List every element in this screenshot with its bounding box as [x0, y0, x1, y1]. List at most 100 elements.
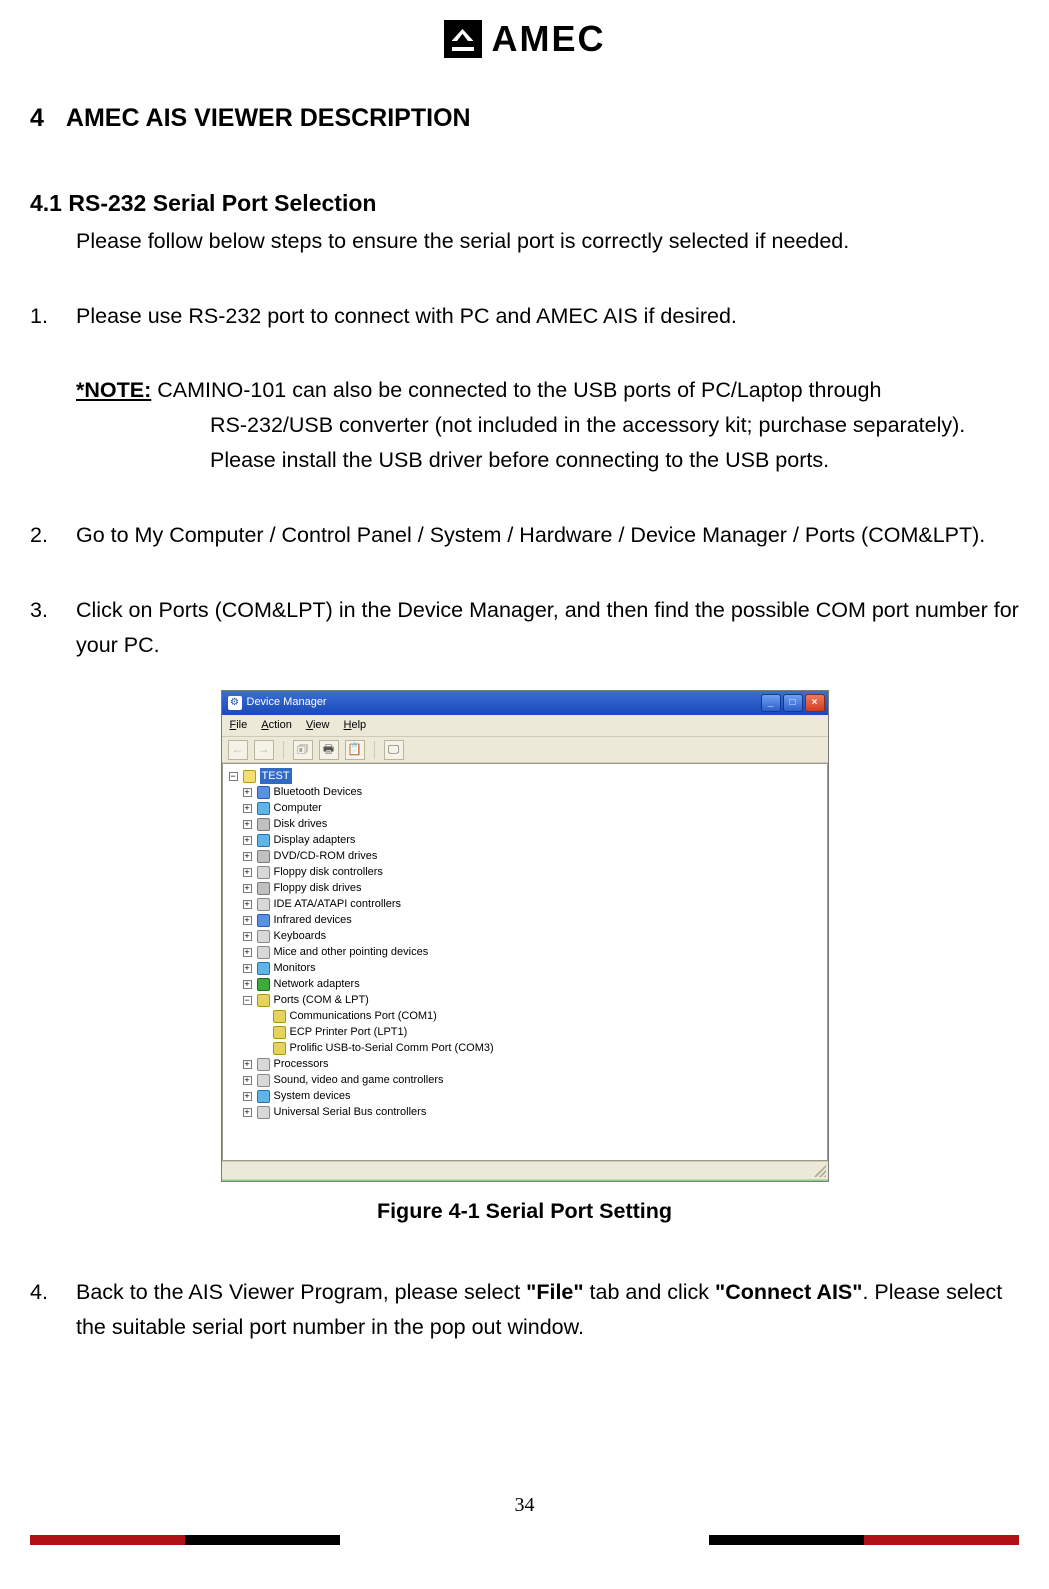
- tree-item-label[interactable]: Infrared devices: [274, 912, 352, 928]
- subsection-heading: 4.1 RS-232 Serial Port Selection: [30, 185, 1019, 222]
- menu-bar[interactable]: File Action View Help: [222, 715, 828, 737]
- tree-item-label[interactable]: IDE ATA/ATAPI controllers: [274, 896, 402, 912]
- expand-icon[interactable]: +: [243, 868, 252, 877]
- maximize-button[interactable]: □: [783, 694, 803, 712]
- tree-item-label[interactable]: Floppy disk drives: [274, 880, 362, 896]
- footer-bar: [864, 1535, 1019, 1545]
- note-label: *NOTE:: [76, 378, 151, 402]
- intro-text: Please follow below steps to ensure the …: [76, 224, 1019, 259]
- expand-icon[interactable]: +: [243, 804, 252, 813]
- tree-item-label[interactable]: Floppy disk controllers: [274, 864, 383, 880]
- device-tree[interactable]: − TEST + Bluetooth Devices + Computer + Disk dr…: [222, 763, 828, 1161]
- port-icon: [273, 1026, 286, 1039]
- tree-item[interactable]: + Floppy disk controllers: [243, 864, 821, 880]
- tree-item[interactable]: + Bluetooth Devices: [243, 784, 821, 800]
- tree-child-label[interactable]: ECP Printer Port (LPT1): [290, 1024, 408, 1040]
- window-titlebar[interactable]: ⚙ Device Manager _ □ ×: [222, 691, 828, 715]
- toolbar-separator: [283, 741, 284, 759]
- expand-icon[interactable]: −: [229, 772, 238, 781]
- tree-child-label[interactable]: Prolific USB-to-Serial Comm Port (COM3): [290, 1040, 494, 1056]
- close-button[interactable]: ×: [805, 694, 825, 712]
- tree-child[interactable]: ECP Printer Port (LPT1): [273, 1024, 821, 1040]
- expand-icon[interactable]: +: [243, 884, 252, 893]
- tree-item[interactable]: + Computer: [243, 800, 821, 816]
- expand-icon[interactable]: +: [243, 964, 252, 973]
- tree-item-label[interactable]: Computer: [274, 800, 322, 816]
- step-1: 1. Please use RS-232 port to connect wit…: [30, 299, 1019, 334]
- tree-item[interactable]: + Sound, video and game controllers: [243, 1072, 821, 1088]
- expand-icon[interactable]: +: [243, 788, 252, 797]
- expand-icon[interactable]: +: [243, 980, 252, 989]
- tree-item[interactable]: + Processors: [243, 1056, 821, 1072]
- tree-item[interactable]: + Floppy disk drives: [243, 880, 821, 896]
- toolbar: ← → 🗊 🖶 📋 🖵: [222, 737, 828, 763]
- tree-child-label[interactable]: Communications Port (COM1): [290, 1008, 437, 1024]
- tree-item[interactable]: + System devices: [243, 1088, 821, 1104]
- step-4-connect: "Connect AIS": [715, 1280, 862, 1304]
- tree-root[interactable]: − TEST: [229, 768, 821, 784]
- device-category-icon: [257, 946, 270, 959]
- tree-item-label[interactable]: Disk drives: [274, 816, 328, 832]
- minimize-button[interactable]: _: [761, 694, 781, 712]
- tree-item-label[interactable]: Monitors: [274, 960, 316, 976]
- expand-icon[interactable]: +: [243, 820, 252, 829]
- tree-item-label[interactable]: Network adapters: [274, 976, 360, 992]
- tree-item[interactable]: + Infrared devices: [243, 912, 821, 928]
- expand-icon[interactable]: +: [243, 1092, 252, 1101]
- step-4: 4. Back to the AIS Viewer Program, pleas…: [30, 1275, 1019, 1345]
- tree-item[interactable]: + DVD/CD-ROM drives: [243, 848, 821, 864]
- expand-icon[interactable]: +: [243, 852, 252, 861]
- tree-item[interactable]: + Network adapters: [243, 976, 821, 992]
- tree-root-label[interactable]: TEST: [260, 768, 292, 784]
- section-number: 4: [30, 104, 44, 132]
- tree-item[interactable]: + Universal Serial Bus controllers: [243, 1104, 821, 1120]
- tree-item[interactable]: + Keyboards: [243, 928, 821, 944]
- step-3-text: Click on Ports (COM&LPT) in the Device M…: [76, 598, 1019, 657]
- tree-item-label[interactable]: Universal Serial Bus controllers: [274, 1104, 427, 1120]
- tree-item-label[interactable]: Mice and other pointing devices: [274, 944, 429, 960]
- tree-item[interactable]: + Monitors: [243, 960, 821, 976]
- menu-help[interactable]: Help: [344, 717, 367, 735]
- forward-button[interactable]: →: [254, 740, 274, 760]
- tree-item-label[interactable]: DVD/CD-ROM drives: [274, 848, 378, 864]
- back-button[interactable]: ←: [228, 740, 248, 760]
- tree-item-label[interactable]: Bluetooth Devices: [274, 784, 363, 800]
- tree-item-label[interactable]: Processors: [274, 1056, 329, 1072]
- note-line-3: Please install the USB driver before con…: [210, 443, 1019, 478]
- expand-icon[interactable]: +: [243, 836, 252, 845]
- tree-child[interactable]: Prolific USB-to-Serial Comm Port (COM3): [273, 1040, 821, 1056]
- expand-icon[interactable]: +: [243, 948, 252, 957]
- tree-item-label[interactable]: Keyboards: [274, 928, 327, 944]
- tree-item-label[interactable]: System devices: [274, 1088, 351, 1104]
- window-app-icon: ⚙: [228, 696, 242, 710]
- menu-action[interactable]: Action: [261, 717, 292, 735]
- tree-item[interactable]: + IDE ATA/ATAPI controllers: [243, 896, 821, 912]
- device-category-icon: [257, 1090, 270, 1103]
- menu-file[interactable]: File: [230, 717, 248, 735]
- tree-item-label[interactable]: Ports (COM & LPT): [274, 992, 369, 1008]
- tree-item-label[interactable]: Sound, video and game controllers: [274, 1072, 444, 1088]
- toolbar-print-icon[interactable]: 🖶: [319, 740, 339, 760]
- expand-icon[interactable]: +: [243, 932, 252, 941]
- tree-item-label[interactable]: Display adapters: [274, 832, 356, 848]
- tree-child[interactable]: Communications Port (COM1): [273, 1008, 821, 1024]
- toolbar-icon-3[interactable]: 📋: [345, 740, 365, 760]
- expand-icon[interactable]: +: [243, 900, 252, 909]
- tree-item[interactable]: − Ports (COM & LPT): [243, 992, 821, 1008]
- tree-item[interactable]: + Disk drives: [243, 816, 821, 832]
- expand-icon[interactable]: +: [243, 1060, 252, 1069]
- expand-icon[interactable]: +: [243, 916, 252, 925]
- expand-icon[interactable]: +: [243, 1076, 252, 1085]
- tree-item[interactable]: + Mice and other pointing devices: [243, 944, 821, 960]
- expand-icon[interactable]: −: [243, 996, 252, 1005]
- brand-name: AMEC: [492, 18, 606, 60]
- expand-icon[interactable]: +: [243, 1108, 252, 1117]
- toolbar-scan-icon[interactable]: 🖵: [384, 740, 404, 760]
- status-bar: [222, 1161, 828, 1179]
- device-category-icon: [257, 898, 270, 911]
- menu-view[interactable]: View: [306, 717, 330, 735]
- section-heading: 4AMEC AIS VIEWER DESCRIPTION: [30, 98, 1019, 139]
- port-icon: [273, 1010, 286, 1023]
- toolbar-icon-1[interactable]: 🗊: [293, 740, 313, 760]
- tree-item[interactable]: + Display adapters: [243, 832, 821, 848]
